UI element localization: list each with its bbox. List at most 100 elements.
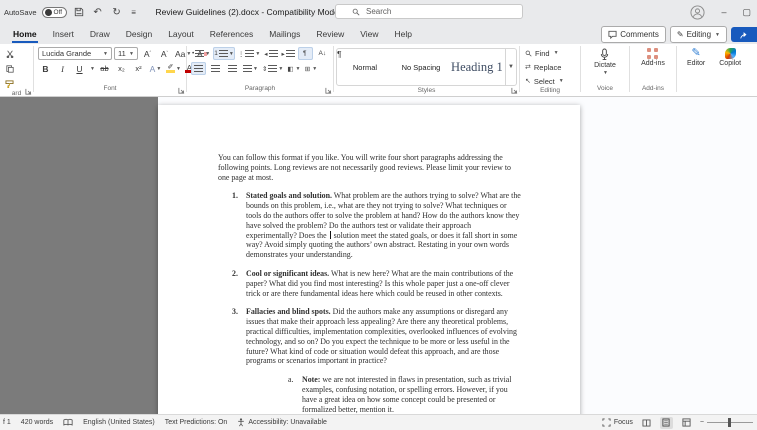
copilot-button[interactable]: Copilot <box>715 47 745 68</box>
word-count[interactable]: 420 words <box>21 419 53 426</box>
editor-copilot-group: ✎ Editor Copilot <box>677 44 751 96</box>
superscript-button[interactable]: x² <box>131 62 146 75</box>
bold-button[interactable]: B <box>38 62 53 75</box>
account-avatar[interactable] <box>690 4 705 20</box>
replace-button[interactable]: ⇄ Replace <box>525 61 564 73</box>
tab-review[interactable]: Review <box>309 26 351 43</box>
borders-button[interactable]: ⊞ ▼ <box>303 62 318 75</box>
dialog-launcher-icon[interactable] <box>325 87 332 94</box>
strikethrough-button[interactable]: ab <box>97 62 112 75</box>
ltr-marker: ¶ <box>303 50 307 57</box>
autosave-toggle-knob <box>44 8 52 16</box>
document-canvas[interactable]: You can follow this format if you like. … <box>0 97 757 414</box>
zoom-out-button[interactable]: − <box>700 419 704 426</box>
numbering-button[interactable]: 1 ▼ <box>213 47 235 60</box>
focus-button[interactable]: Focus <box>602 418 633 427</box>
font-group: Lucida Grande ▼ 11 ▼ Aˆ Aˇ Aa▼ A B I U <box>34 44 207 96</box>
decrease-indent-button[interactable]: ◂ <box>263 47 278 60</box>
line-spacing-marker: ⇕ <box>261 65 268 73</box>
style-no-spacing[interactable]: No Spacing <box>393 49 449 85</box>
highlight-color-bar <box>165 70 175 73</box>
copy-button[interactable] <box>2 62 17 75</box>
tab-insert[interactable]: Insert <box>46 26 81 43</box>
dialog-launcher-icon[interactable] <box>25 88 32 95</box>
document-page[interactable]: You can follow this format if you like. … <box>158 105 580 414</box>
align-right-button[interactable] <box>225 62 240 75</box>
tab-help[interactable]: Help <box>388 26 419 43</box>
tab-design[interactable]: Design <box>119 26 159 43</box>
text-direction-ltr-button[interactable]: ¶ <box>297 47 313 60</box>
editing-mode-button[interactable]: ✎ Editing ▼ <box>669 26 727 43</box>
search-input[interactable] <box>364 6 488 17</box>
zoom-control: − <box>700 418 753 427</box>
shrink-font-button[interactable]: Aˇ <box>157 47 172 60</box>
addins-button[interactable]: Add-ins <box>637 47 669 68</box>
minimize-button[interactable]: – <box>721 7 726 17</box>
proofing-book-icon[interactable] <box>63 418 73 427</box>
search-box[interactable] <box>335 4 523 19</box>
bullets-button[interactable]: • ▼ <box>191 47 211 60</box>
subscript-button[interactable]: x₂ <box>114 62 129 75</box>
line-spacing-button[interactable]: ⇕ ▼ <box>261 62 284 75</box>
share-button[interactable] <box>731 27 757 42</box>
justify-button[interactable]: ▼ <box>242 62 259 75</box>
underline-button[interactable]: U <box>72 62 87 75</box>
tab-home[interactable]: Home <box>6 26 44 43</box>
dictate-button[interactable]: Dictate ▼ <box>590 47 620 77</box>
accessibility-status[interactable]: Accessibility: Unavailable <box>237 418 327 427</box>
shading-button[interactable]: ◧ ▼ <box>286 62 301 75</box>
ribbon-right-actions: Comments ✎ Editing ▼ <box>601 26 757 43</box>
font-size-combo[interactable]: 11 ▼ <box>114 47 138 60</box>
multilevel-list-button[interactable]: ⋮ ▼ <box>237 47 261 60</box>
increase-indent-button[interactable]: ▸ <box>281 47 296 60</box>
text-effects-button[interactable]: A ▼ <box>148 62 163 75</box>
save-button[interactable] <box>72 4 86 20</box>
chevron-down-icon: ▼ <box>175 65 181 72</box>
zoom-slider[interactable] <box>707 418 753 427</box>
font-name-combo[interactable]: Lucida Grande ▼ <box>38 47 112 60</box>
quick-access-toolbar: AutoSave Off ↶ ↻ ≡ Review Guidelines (2)… <box>0 4 378 20</box>
comments-button[interactable]: Comments <box>601 26 666 43</box>
autosave-label: AutoSave <box>4 7 37 17</box>
web-layout-button[interactable] <box>680 417 693 429</box>
paragraph-group-label: Paragraph <box>187 85 333 96</box>
dialog-launcher-icon[interactable] <box>178 87 185 94</box>
align-center-button[interactable] <box>208 62 223 75</box>
editing-group-label: Editing <box>540 87 560 94</box>
print-layout-button[interactable] <box>659 416 673 429</box>
redo-button[interactable]: ↻ <box>110 4 124 20</box>
justify-icon <box>243 65 252 72</box>
list-item: 3. Fallacies and blind spots. Did the au… <box>218 307 523 366</box>
zoom-slider-thumb[interactable] <box>728 418 731 427</box>
text-predictions[interactable]: Text Predictions: On <box>165 419 228 426</box>
grow-font-button[interactable]: Aˆ <box>140 47 155 60</box>
voice-group-label: Voice <box>597 85 613 92</box>
highlight-color-button[interactable]: ✐ ▼ <box>165 62 182 75</box>
replace-icon: ⇄ <box>525 64 531 71</box>
undo-button[interactable]: ↶ <box>91 4 105 20</box>
tab-references[interactable]: References <box>203 26 260 43</box>
read-mode-button[interactable] <box>640 417 653 429</box>
format-painter-button[interactable] <box>2 77 17 90</box>
sort-button[interactable]: A↓ <box>315 47 330 60</box>
tab-draw[interactable]: Draw <box>83 26 117 43</box>
styles-more-button[interactable]: ▼ <box>504 49 516 85</box>
italic-button[interactable]: I <box>55 62 70 75</box>
style-heading-1[interactable]: Heading 1 <box>449 49 505 85</box>
customize-toolbar-button[interactable]: ≡ <box>129 4 139 20</box>
editor-button[interactable]: ✎ Editor <box>683 47 709 68</box>
maximize-button[interactable]: ▢ <box>742 7 751 18</box>
select-button[interactable]: ↖ Select ▼ <box>525 75 564 87</box>
find-button[interactable]: Find ▼ <box>525 47 564 59</box>
style-normal[interactable]: Normal <box>337 49 393 85</box>
chevron-down-icon: ▼ <box>129 50 134 57</box>
dialog-launcher-icon[interactable] <box>511 87 518 94</box>
autosave-toggle[interactable]: Off <box>41 6 67 18</box>
tab-layout[interactable]: Layout <box>161 26 201 43</box>
language-indicator[interactable]: English (United States) <box>83 419 155 426</box>
page-indicator[interactable]: f 1 <box>3 419 11 426</box>
align-left-button[interactable] <box>191 62 206 75</box>
tab-mailings[interactable]: Mailings <box>262 26 307 43</box>
tab-view[interactable]: View <box>353 26 385 43</box>
cut-button[interactable] <box>2 47 17 60</box>
